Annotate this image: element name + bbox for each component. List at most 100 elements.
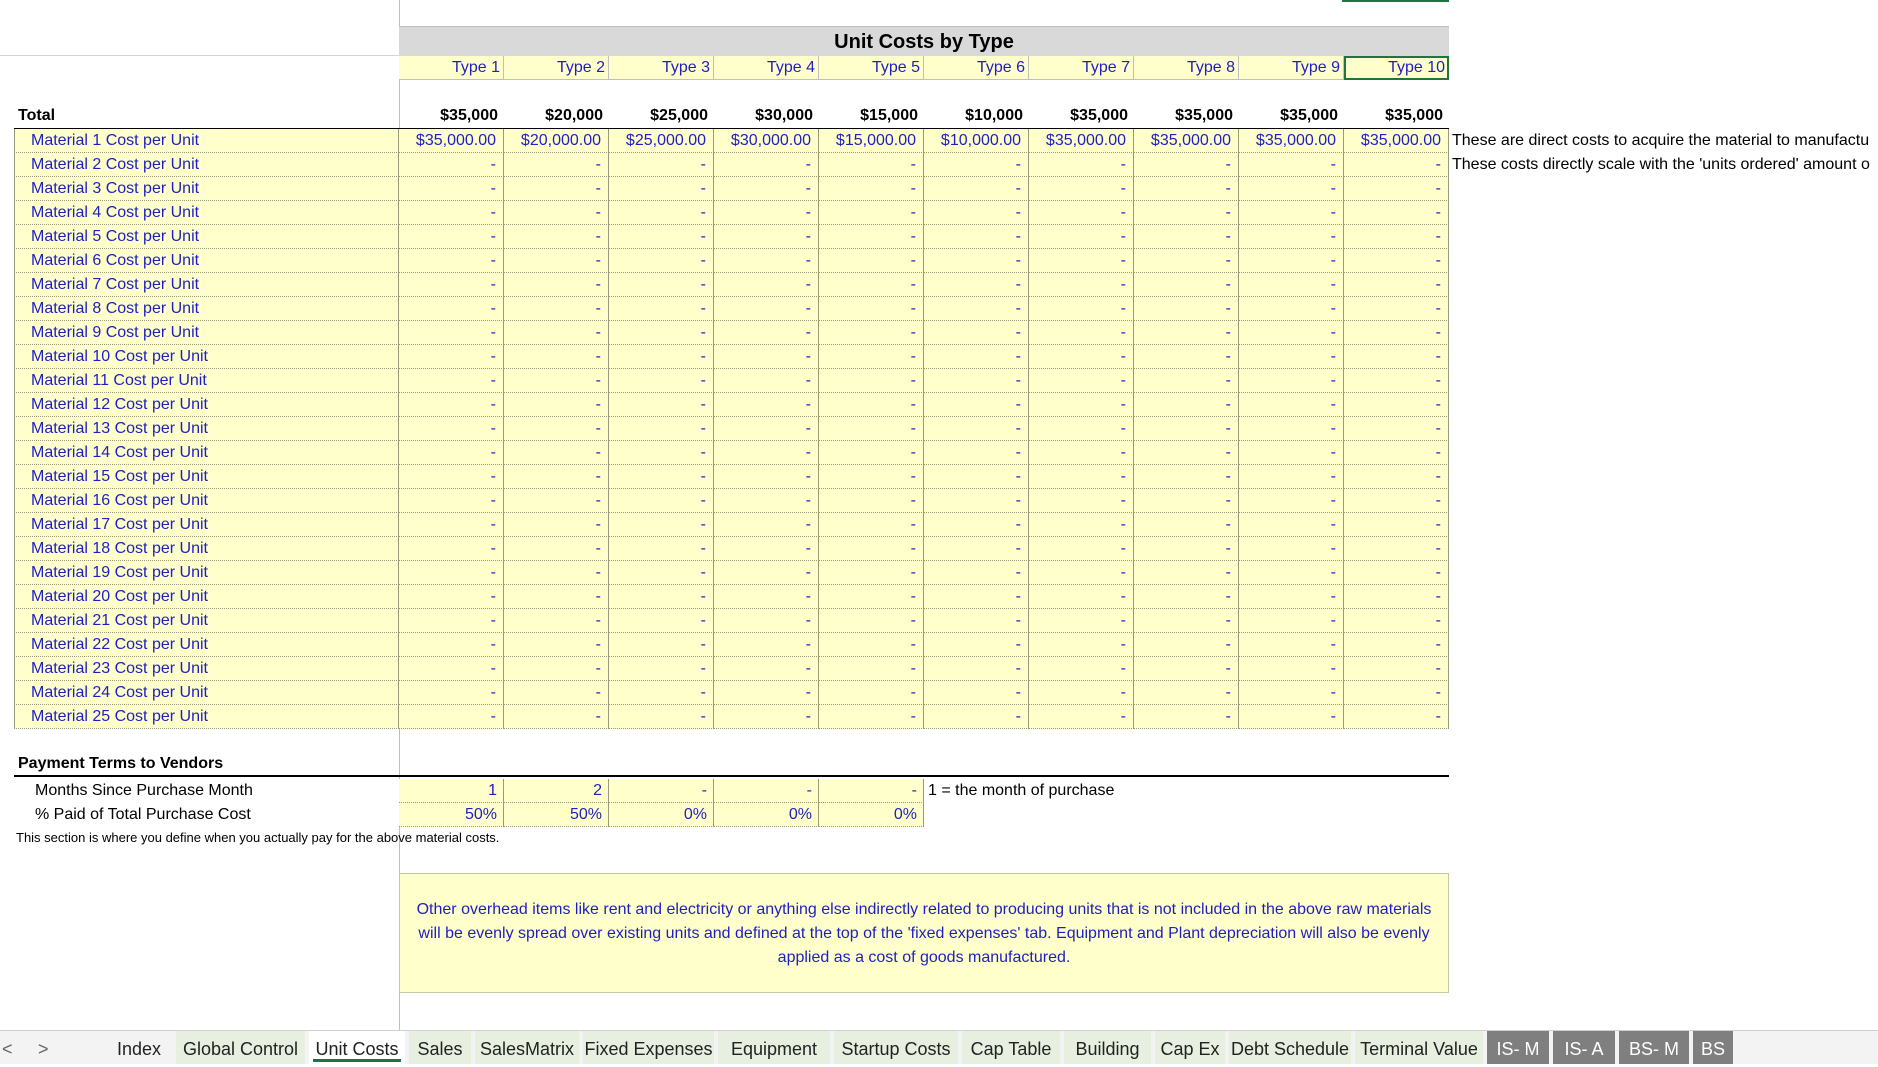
material-cost-cell[interactable]: -: [609, 345, 714, 369]
material-cost-cell[interactable]: -: [714, 369, 819, 393]
material-cost-cell[interactable]: -: [1239, 369, 1344, 393]
material-cost-cell[interactable]: -: [714, 201, 819, 225]
material-cost-cell[interactable]: -: [609, 297, 714, 321]
material-cost-cell[interactable]: -: [714, 273, 819, 297]
material-cost-cell[interactable]: -: [819, 585, 924, 609]
months-cell[interactable]: -: [819, 779, 924, 803]
material-label[interactable]: Material 8 Cost per Unit: [14, 297, 399, 321]
material-cost-cell[interactable]: -: [504, 681, 609, 705]
material-cost-cell[interactable]: -: [504, 393, 609, 417]
pct-paid-cell[interactable]: 0%: [714, 803, 819, 827]
material-cost-cell[interactable]: -: [819, 393, 924, 417]
material-cost-cell[interactable]: -: [399, 633, 504, 657]
material-cost-cell[interactable]: -: [504, 513, 609, 537]
material-cost-cell[interactable]: -: [1344, 321, 1449, 345]
total-cost-type-6[interactable]: $10,000: [924, 104, 1029, 128]
material-cost-cell[interactable]: -: [819, 465, 924, 489]
material-cost-cell[interactable]: $25,000.00: [609, 129, 714, 153]
material-cost-cell[interactable]: -: [1239, 657, 1344, 681]
material-label[interactable]: Material 1 Cost per Unit: [14, 129, 399, 153]
material-cost-cell[interactable]: -: [1239, 177, 1344, 201]
material-label[interactable]: Material 2 Cost per Unit: [14, 153, 399, 177]
material-cost-cell[interactable]: -: [924, 177, 1029, 201]
tab-bs-m[interactable]: BS- M: [1619, 1031, 1689, 1064]
tab-equipment[interactable]: Equipment: [718, 1031, 830, 1064]
total-cost-type-5[interactable]: $15,000: [819, 104, 924, 128]
material-cost-cell[interactable]: -: [399, 393, 504, 417]
material-cost-cell[interactable]: -: [1239, 537, 1344, 561]
material-cost-cell[interactable]: -: [609, 537, 714, 561]
material-cost-cell[interactable]: -: [1029, 585, 1134, 609]
material-cost-cell[interactable]: -: [819, 273, 924, 297]
material-cost-cell[interactable]: -: [504, 369, 609, 393]
tab-global-control[interactable]: Global Control: [176, 1031, 305, 1064]
tab-cap-ex[interactable]: Cap Ex: [1155, 1031, 1225, 1064]
months-cell[interactable]: -: [714, 779, 819, 803]
material-cost-cell[interactable]: -: [504, 465, 609, 489]
material-label[interactable]: Material 22 Cost per Unit: [14, 633, 399, 657]
material-cost-cell[interactable]: -: [1344, 201, 1449, 225]
material-cost-cell[interactable]: -: [399, 609, 504, 633]
material-cost-cell[interactable]: -: [714, 321, 819, 345]
material-cost-cell[interactable]: -: [1134, 297, 1239, 321]
overhead-note-box[interactable]: Other overhead items like rent and elect…: [399, 873, 1449, 993]
material-cost-cell[interactable]: -: [1029, 609, 1134, 633]
material-cost-cell[interactable]: -: [1134, 369, 1239, 393]
material-cost-cell[interactable]: $15,000.00: [819, 129, 924, 153]
total-cost-type-4[interactable]: $30,000: [714, 104, 819, 128]
material-label[interactable]: Material 17 Cost per Unit: [14, 513, 399, 537]
tab-fixed-expenses[interactable]: Fixed Expenses: [583, 1031, 714, 1064]
material-cost-cell[interactable]: -: [1344, 633, 1449, 657]
material-cost-cell[interactable]: -: [819, 249, 924, 273]
material-cost-cell[interactable]: -: [1134, 513, 1239, 537]
tab-bs[interactable]: BS: [1693, 1031, 1733, 1064]
material-label[interactable]: Material 16 Cost per Unit: [14, 489, 399, 513]
material-cost-cell[interactable]: -: [1029, 681, 1134, 705]
material-cost-cell[interactable]: -: [609, 249, 714, 273]
total-cost-type-3[interactable]: $25,000: [609, 104, 714, 128]
material-cost-cell[interactable]: -: [1344, 177, 1449, 201]
material-cost-cell[interactable]: -: [504, 657, 609, 681]
material-cost-cell[interactable]: -: [1134, 585, 1239, 609]
material-cost-cell[interactable]: -: [399, 561, 504, 585]
material-cost-cell[interactable]: -: [1344, 441, 1449, 465]
material-cost-cell[interactable]: -: [1239, 513, 1344, 537]
material-cost-cell[interactable]: -: [714, 537, 819, 561]
material-cost-cell[interactable]: -: [1239, 585, 1344, 609]
material-cost-cell[interactable]: -: [819, 369, 924, 393]
material-cost-cell[interactable]: -: [714, 441, 819, 465]
tab-unit-costs[interactable]: Unit Costs: [309, 1031, 405, 1064]
material-cost-cell[interactable]: -: [1134, 177, 1239, 201]
material-cost-cell[interactable]: -: [504, 249, 609, 273]
material-cost-cell[interactable]: -: [504, 321, 609, 345]
material-cost-cell[interactable]: -: [399, 513, 504, 537]
material-cost-cell[interactable]: -: [1134, 249, 1239, 273]
material-cost-cell[interactable]: -: [399, 321, 504, 345]
material-cost-cell[interactable]: $10,000.00: [924, 129, 1029, 153]
material-cost-cell[interactable]: -: [714, 153, 819, 177]
material-cost-cell[interactable]: -: [504, 585, 609, 609]
material-cost-cell[interactable]: -: [1029, 345, 1134, 369]
material-cost-cell[interactable]: -: [504, 705, 609, 729]
material-cost-cell[interactable]: -: [1134, 561, 1239, 585]
material-cost-cell[interactable]: -: [1029, 561, 1134, 585]
material-cost-cell[interactable]: -: [1344, 417, 1449, 441]
material-cost-cell[interactable]: -: [924, 705, 1029, 729]
material-cost-cell[interactable]: -: [1239, 465, 1344, 489]
material-cost-cell[interactable]: -: [1134, 609, 1239, 633]
material-cost-cell[interactable]: -: [924, 633, 1029, 657]
tab-sales[interactable]: Sales: [409, 1031, 471, 1064]
material-cost-cell[interactable]: -: [1029, 441, 1134, 465]
material-cost-cell[interactable]: -: [504, 297, 609, 321]
material-cost-cell[interactable]: -: [1344, 585, 1449, 609]
material-cost-cell[interactable]: -: [504, 441, 609, 465]
material-cost-cell[interactable]: -: [1029, 273, 1134, 297]
tab-salesmatrix[interactable]: SalesMatrix: [475, 1031, 579, 1064]
material-cost-cell[interactable]: -: [1134, 225, 1239, 249]
material-cost-cell[interactable]: -: [399, 489, 504, 513]
material-cost-cell[interactable]: -: [924, 681, 1029, 705]
material-cost-cell[interactable]: -: [609, 153, 714, 177]
total-cost-type-7[interactable]: $35,000: [1029, 104, 1134, 128]
material-cost-cell[interactable]: -: [1239, 393, 1344, 417]
type-header-5[interactable]: Type 5: [819, 56, 924, 80]
